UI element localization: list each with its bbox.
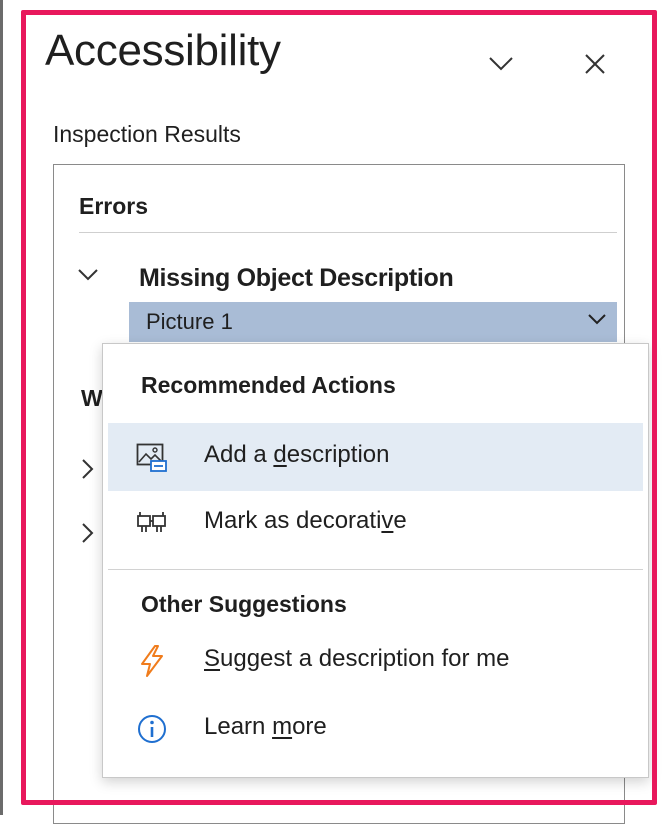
issue-item-label: Picture 1 (146, 309, 233, 334)
chevron-down-icon (588, 314, 606, 325)
close-icon (585, 54, 605, 74)
errors-heading: Errors (79, 193, 149, 219)
learn-more-label: Learn more (204, 713, 327, 740)
suggest-description-label: Suggest a description for me (204, 645, 510, 672)
collapse-issue-toggle[interactable] (77, 268, 99, 287)
add-description-menu-item[interactable]: Add a description (108, 423, 643, 491)
pane-title: Accessibility (45, 26, 281, 75)
expand-toggle-1[interactable] (81, 458, 95, 485)
picture-alt-text-icon (136, 443, 167, 472)
warnings-heading-partial: W (81, 385, 103, 411)
info-icon (138, 715, 166, 743)
lightning-icon (141, 645, 163, 677)
decorative-icon (137, 512, 166, 532)
inspection-results-label: Inspection Results (53, 121, 241, 147)
add-description-label: Add a description (204, 441, 390, 468)
close-pane-button[interactable] (575, 44, 615, 84)
errors-divider (79, 232, 617, 233)
chevron-right-icon (82, 523, 94, 543)
other-suggestions-heading: Other Suggestions (141, 591, 347, 617)
menu-divider (108, 569, 643, 570)
recommended-actions-menu: Recommended Actions Add a description Ma… (102, 343, 649, 778)
issue-item-picture-1[interactable]: Picture 1 (129, 302, 617, 342)
suggest-description-menu-item[interactable]: Suggest a description for me (108, 627, 643, 695)
mark-decorative-menu-item[interactable]: Mark as decorative (108, 489, 643, 557)
recommended-actions-heading: Recommended Actions (141, 372, 396, 398)
chevron-down-icon (78, 269, 98, 281)
chevron-down-icon (489, 57, 513, 71)
expand-toggle-2[interactable] (81, 522, 95, 549)
pane-options-button[interactable] (481, 44, 521, 84)
learn-more-menu-item[interactable]: Learn more (108, 695, 643, 763)
chevron-right-icon (82, 459, 94, 479)
issue-category-label: Missing Object Description (139, 264, 454, 292)
accessibility-pane: Accessibility Inspection Results Errors … (0, 0, 663, 824)
item-dropdown-button[interactable] (587, 313, 607, 332)
mark-decorative-label: Mark as decorative (204, 507, 407, 534)
